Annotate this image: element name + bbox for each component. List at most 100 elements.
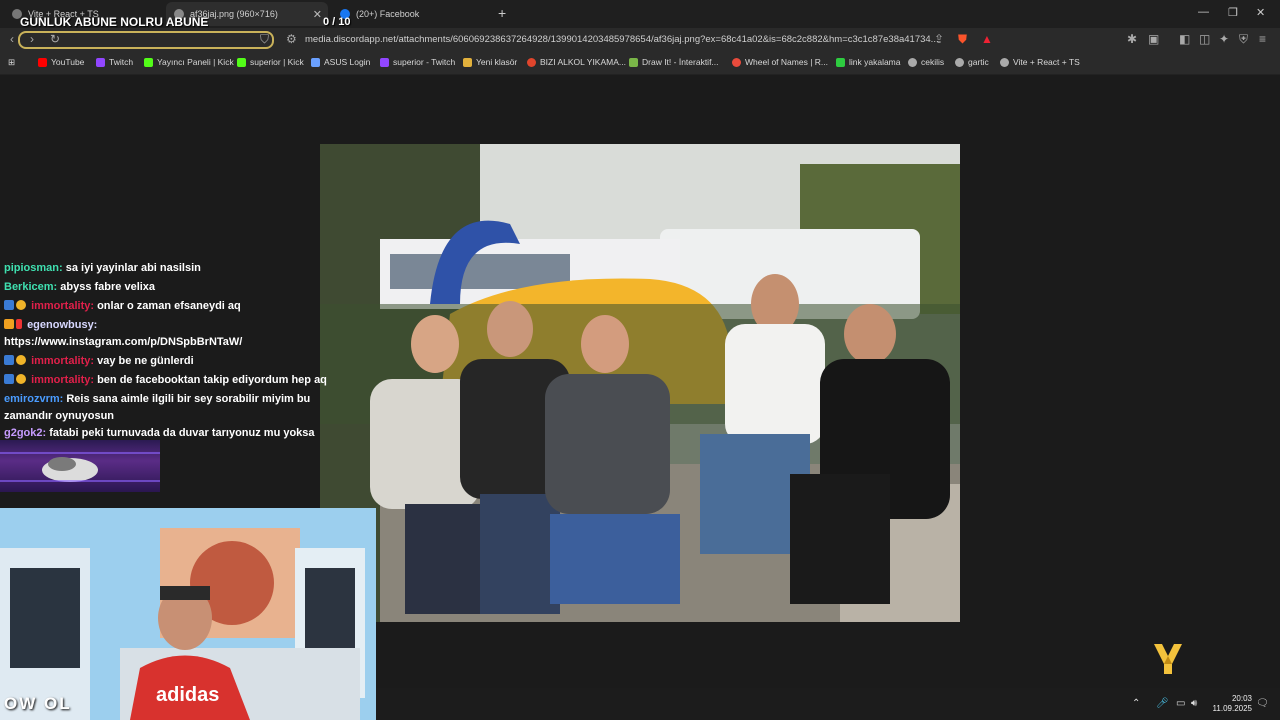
tray-chevron-icon[interactable]: ⌃: [1132, 698, 1140, 709]
chat-text: https://www.instagram.com/p/DNSpbBrNTaW/: [4, 336, 243, 348]
leo-ai-icon[interactable]: ✦: [1219, 32, 1229, 46]
bookmark-asus[interactable]: ASUS Login: [311, 57, 370, 67]
overlay-input-box: [18, 31, 274, 49]
wheel-icon: [732, 57, 741, 67]
back-icon[interactable]: ‹: [10, 32, 14, 46]
volume-icon[interactable]: 🔊︎: [1191, 698, 1197, 709]
gift-badge-icon: [16, 300, 26, 310]
subscriber-goal-counter: 0 / 10: [323, 16, 351, 28]
share-icon[interactable]: ⇪: [934, 32, 944, 46]
site-info-icon[interactable]: ⚙: [286, 32, 297, 46]
menu-icon[interactable]: ≡: [1259, 32, 1266, 46]
youtube-icon: [38, 57, 47, 67]
chat-message: Berkicem: abyss fabre velixa: [4, 279, 334, 296]
shield-icon[interactable]: ⛨: [1239, 32, 1248, 47]
wallet-icon[interactable]: ▣: [1148, 32, 1159, 46]
subscriber-badge-icon: [4, 300, 14, 310]
chat-username: egenowbusy:: [27, 319, 98, 331]
moderator-badge-icon: [16, 319, 22, 329]
chat-text: sa iyi yayinlar abi nasilsin: [62, 262, 201, 274]
sidebar-icon[interactable]: ◧: [1179, 32, 1190, 46]
bookmark-twitch[interactable]: Twitch: [96, 57, 133, 67]
vpn-icon[interactable]: ◫: [1199, 32, 1210, 46]
close-tab-icon[interactable]: ✕: [313, 8, 322, 21]
brave-rewards-icon[interactable]: ▲: [981, 32, 993, 46]
folder-icon: [463, 57, 472, 67]
bookmark-drawit[interactable]: Draw It! - İnteraktif...: [629, 57, 719, 67]
subscriber-goal-title: GUNLUK ABUNE NOLRU ABUNE: [20, 15, 209, 29]
chat-message: immortality: vay be ne günlerdi: [4, 353, 334, 370]
bookmark-gartic[interactable]: gartic: [955, 57, 989, 67]
bookmark-link[interactable]: link yakalama: [836, 57, 901, 67]
stream-logo-icon: [1154, 644, 1182, 674]
chat-overlay: pipiosman: sa iyi yayinlar abi nasilsin …: [4, 260, 334, 459]
bookmarks-bar: ⊞ YouTube Twitch Yayıncı Paneli | Kick s…: [0, 52, 1280, 75]
gift-badge-icon: [16, 374, 26, 384]
globe-icon: [1000, 57, 1009, 67]
close-window-icon[interactable]: ✕: [1256, 6, 1265, 19]
subscriber-badge-icon: [4, 374, 14, 384]
chat-message: immortality: onlar o zaman efsaneydi aq: [4, 298, 334, 315]
twitch-icon: [96, 57, 105, 67]
minimize-icon[interactable]: —: [1198, 6, 1209, 18]
bookmark-twitch-superior[interactable]: superior - Twitch: [380, 57, 455, 67]
subscriber-badge-icon: [4, 319, 14, 329]
play-icon: [836, 57, 845, 67]
tab-label: (20+) Facebook: [356, 9, 420, 19]
chat-username: g2gok2:: [4, 427, 47, 439]
chat-username: immortality:: [31, 355, 95, 367]
system-clock[interactable]: 20:03 11.09.2025: [1213, 694, 1252, 714]
tab-facebook[interactable]: (20+) Facebook: [332, 2, 492, 26]
chat-username: immortality:: [31, 300, 95, 312]
displayed-image[interactable]: [320, 144, 960, 622]
globe-icon: [955, 57, 964, 67]
bookmark-wheel[interactable]: Wheel of Names | R...: [732, 57, 828, 67]
globe-icon: [908, 57, 917, 67]
pencil-icon: [629, 57, 638, 67]
chat-message: egenowbusy: https://www.instagram.com/p/…: [4, 317, 334, 351]
bookmark-cekilis[interactable]: cekilis: [908, 57, 944, 67]
chat-message: pipiosman: sa iyi yayinlar abi nasilsin: [4, 260, 334, 277]
bookmark-folder[interactable]: Yeni klasör: [463, 57, 517, 67]
browser-toolbar: ‹ › ↻ ⛉ ⚙ media.discordapp.net/attachmen…: [0, 28, 1280, 52]
asus-icon: [311, 57, 320, 67]
chat-text: onlar o zaman efsaneydi aq: [94, 300, 241, 312]
chat-text: ben de facebooktan takip ediyordum hep a…: [94, 374, 327, 386]
bookmark-youtube[interactable]: YouTube: [38, 57, 84, 67]
chat-message: immortality: ben de facebooktan takip ed…: [4, 372, 334, 389]
chat-text: vay be ne günlerdi: [94, 355, 194, 367]
bookmark-alkol[interactable]: BIZI ALKOL YIKAMA...: [527, 57, 626, 67]
brave-shield-icon[interactable]: ⛊: [958, 32, 967, 47]
kick-icon: [237, 57, 246, 67]
bookmark-vite[interactable]: Vite + React + TS: [1000, 57, 1080, 67]
new-tab-icon[interactable]: +: [498, 5, 506, 21]
chat-text: abyss fabre velixa: [57, 281, 156, 293]
owl-logo: OW OL: [4, 694, 72, 713]
shirt-logo: adidas: [156, 684, 220, 706]
kick-icon: [144, 57, 153, 67]
gift-badge-icon: [16, 355, 26, 365]
ufo-icon: [0, 452, 160, 482]
taskbar: ⌃ 🎤︎ ▭ 🔊︎ 20:03 11.09.2025 🗨︎: [376, 688, 1280, 720]
chat-message: emirozvrm: Reis sana aimle ilgili bir se…: [4, 391, 334, 425]
webcam-feed: adidas: [0, 508, 376, 720]
apps-icon[interactable]: ⊞: [8, 57, 15, 68]
group-photo-illustration: [320, 144, 960, 622]
notification-icon[interactable]: 🗨︎: [1256, 698, 1269, 709]
twitch-icon: [380, 57, 389, 67]
subscriber-badge-icon: [4, 355, 14, 365]
bookmark-icon[interactable]: ⛉: [260, 32, 269, 47]
network-icon[interactable]: ▭: [1176, 698, 1185, 709]
bookmark-kick-panel[interactable]: Yayıncı Paneli | Kick: [144, 57, 234, 67]
chat-username: emirozvrm:: [4, 393, 64, 405]
chat-username: pipiosman:: [4, 262, 63, 274]
extensions-icon[interactable]: ✱: [1127, 32, 1137, 46]
chat-username: immortality:: [31, 374, 95, 386]
chat-username: Berkicem:: [4, 281, 58, 293]
address-bar-url[interactable]: media.discordapp.net/attachments/6060692…: [305, 34, 939, 45]
maximize-icon[interactable]: ❐: [1228, 6, 1238, 19]
bookmark-kick-superior[interactable]: superior | Kick: [237, 57, 304, 67]
alert-animation: [0, 440, 160, 492]
microphone-icon[interactable]: 🎤︎: [1156, 698, 1169, 709]
site-icon: [527, 57, 536, 67]
